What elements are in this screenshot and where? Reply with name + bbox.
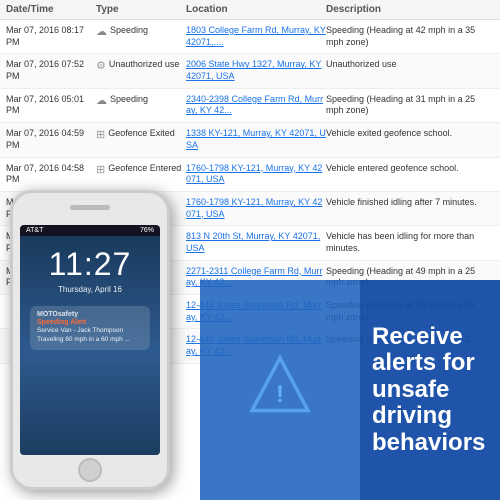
phone-lock-screen: 11:27 Thursday, April 16 MOTOsafety Spee… xyxy=(20,236,160,455)
cell-desc: Speeding (Heading at 42 mph in a 35 mph … xyxy=(326,25,494,48)
notif-alert-body2: Traveling 80 mph in a 60 mph ... xyxy=(37,336,143,344)
geofence-enter-icon: ⊞ xyxy=(96,163,105,176)
phone-date: Thursday, April 16 xyxy=(58,285,122,294)
alert-overlay: ! Receive alerts for unsafe driving beha… xyxy=(200,280,500,500)
notif-alert-title: Speeding Alert xyxy=(37,319,143,326)
cloud-icon: ☁ xyxy=(96,25,107,38)
alert-triangle-icon: ! xyxy=(245,351,315,421)
phone-status-bar: AT&T 76% xyxy=(20,225,160,236)
cell-location[interactable]: 813 N 20th St, Murray, KY 42071, USA xyxy=(186,231,326,254)
cell-desc: Vehicle finished idling after 7 minutes. xyxy=(326,197,494,209)
col-header-desc: Description xyxy=(326,4,494,15)
phone-body: AT&T 76% 11:27 Thursday, April 16 MOTOsa… xyxy=(10,190,170,490)
notif-app-name: MOTOsafety xyxy=(37,311,143,318)
type-label: Geofence Exited xyxy=(108,128,175,138)
phone-speaker xyxy=(70,205,110,210)
col-header-date: Date/Time xyxy=(6,4,96,15)
phone-home-button[interactable] xyxy=(78,458,102,482)
svg-text:!: ! xyxy=(276,381,284,408)
phone-notification: MOTOsafety Speeding Alert Service Van - … xyxy=(30,306,150,350)
cell-location[interactable]: 1760-1798 KY-121, Murray, KY 42071, USA xyxy=(186,163,326,186)
cell-location[interactable]: 1803 College Farm Rd, Murray, KY 42071,.… xyxy=(186,25,326,48)
cell-location[interactable]: 2006 State Hwy 1327, Murray, KY 42071, U… xyxy=(186,59,326,82)
type-label: Speeding xyxy=(110,25,148,35)
cloud-icon: ☁ xyxy=(96,94,107,107)
cell-date: Mar 07, 2016 07:52 PM xyxy=(6,59,96,82)
alert-icon-panel: ! xyxy=(200,280,360,500)
col-header-type: Type xyxy=(96,4,186,15)
cell-type: ☁ Speeding xyxy=(96,94,186,107)
cell-type: ⊞ Geofence Entered xyxy=(96,163,186,176)
cell-desc: Unauthorized use xyxy=(326,59,494,71)
type-label: Unauthorized use xyxy=(109,59,180,69)
cell-date: Mar 07, 2016 04:59 PM xyxy=(6,128,96,151)
cell-desc: Speeding (Heading at 31 mph in a 25 mph … xyxy=(326,94,494,117)
geofence-exit-icon: ⊞ xyxy=(96,128,105,141)
col-header-location: Location xyxy=(186,4,326,15)
cell-location[interactable]: 2340-2398 College Farm Rd, Murray, KY 42… xyxy=(186,94,326,117)
cell-type: ⚙ Unauthorized use xyxy=(96,59,186,72)
notif-alert-body1: Service Van - Jack Thompson xyxy=(37,327,143,335)
table-row: Mar 07, 2016 07:52 PM ⚙ Unauthorized use… xyxy=(0,54,500,88)
cell-date: Mar 07, 2016 05:01 PM xyxy=(6,94,96,117)
cell-type: ⊞ Geofence Exited xyxy=(96,128,186,141)
cell-location[interactable]: 1338 KY-121, Murray, KY 42071, USA xyxy=(186,128,326,151)
phone-time: 11:27 xyxy=(49,246,132,283)
type-label: Speeding xyxy=(110,94,148,104)
cell-type: ☁ Speeding xyxy=(96,25,186,38)
phone-overlay: AT&T 76% 11:27 Thursday, April 16 MOTOsa… xyxy=(0,180,190,500)
phone-screen: AT&T 76% 11:27 Thursday, April 16 MOTOsa… xyxy=(20,225,160,455)
table-header: Date/Time Type Location Description xyxy=(0,0,500,20)
alert-message: Receive alerts for unsafe driving behavi… xyxy=(372,324,488,456)
cell-date: Mar 07, 2016 08:17 PM xyxy=(6,25,96,48)
unauth-icon: ⚙ xyxy=(96,59,106,72)
table-row: Mar 07, 2016 05:01 PM ☁ Speeding 2340-23… xyxy=(0,89,500,123)
cell-desc: Vehicle has been idling for more than mi… xyxy=(326,231,494,254)
carrier-label: AT&T xyxy=(26,227,43,234)
alert-message-panel: Receive alerts for unsafe driving behavi… xyxy=(360,280,500,500)
table-row: Mar 07, 2016 04:59 PM ⊞ Geofence Exited … xyxy=(0,123,500,157)
cell-desc: Vehicle entered geofence school. xyxy=(326,163,494,175)
cell-desc: Vehicle exited geofence school. xyxy=(326,128,494,140)
table-row: Mar 07, 2016 08:17 PM ☁ Speeding 1803 Co… xyxy=(0,20,500,54)
battery-label: 76% xyxy=(140,227,154,234)
cell-location[interactable]: 1760-1798 KY-121, Murray, KY 42071, USA xyxy=(186,197,326,220)
type-label: Geofence Entered xyxy=(108,163,181,173)
